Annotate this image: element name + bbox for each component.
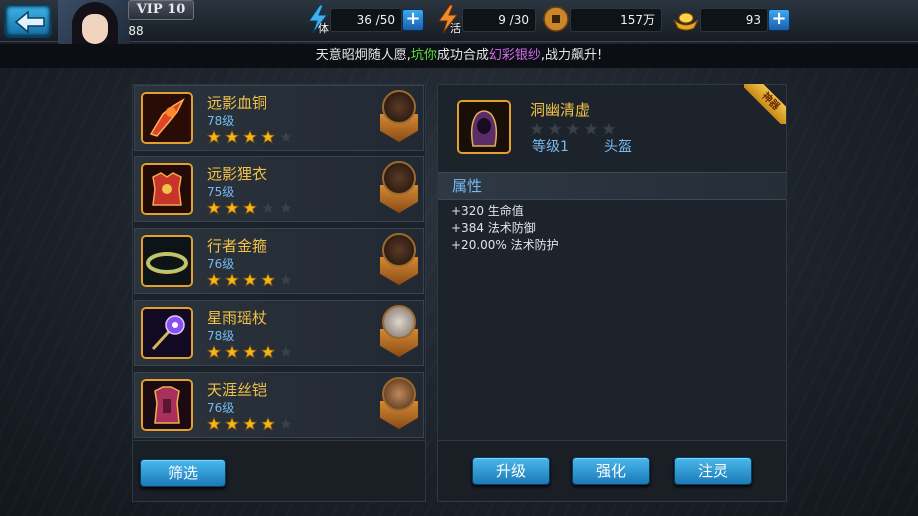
equipment-item[interactable]: 星雨瑶杖 78级 [134, 300, 424, 366]
golden-circlet-icon [141, 235, 193, 287]
gold-ingot-icon [673, 12, 699, 31]
star-filled-icon [224, 272, 240, 287]
announcement-marquee: 天意昭炯随人愿,坑你成功合成幻彩银纱,战力飙升! [0, 44, 918, 68]
enhance-button[interactable]: 强化 [572, 457, 650, 485]
star-filled-icon [224, 416, 240, 431]
activity-label: 活 [450, 22, 461, 35]
artifact-ribbon-label: 神器 [744, 84, 786, 124]
silver-hair-hero-icon [378, 303, 420, 359]
item-level: 76级 [207, 257, 235, 271]
star-staff-icon [141, 307, 193, 359]
star-empty-icon [278, 344, 294, 359]
stamina-value: 36 /50 [330, 8, 402, 32]
star-filled-icon [206, 200, 222, 215]
star-filled-icon [206, 272, 222, 287]
add-gold-button[interactable]: + [768, 9, 790, 31]
upgrade-button[interactable]: 升级 [472, 457, 550, 485]
item-level: 78级 [207, 114, 235, 128]
detail-item-level: 等级1 [532, 139, 569, 155]
item-name: 天涯丝铠 [207, 381, 268, 399]
star-filled-icon [260, 416, 276, 431]
dark-beast-hero-icon [378, 88, 420, 144]
star-filled-icon [260, 272, 276, 287]
star-rating [206, 344, 297, 359]
equipment-item[interactable]: 远影血铜 78级 [134, 85, 424, 151]
equipment-item[interactable]: 天涯丝铠 76级 [134, 372, 424, 438]
equipment-item[interactable]: 行者金箍 76级 [134, 228, 424, 294]
star-filled-icon [260, 129, 276, 144]
star-filled-icon [242, 129, 258, 144]
star-empty-icon [547, 121, 563, 136]
star-filled-icon [224, 344, 240, 359]
item-level: 76级 [207, 401, 235, 415]
star-filled-icon [206, 129, 222, 144]
detail-item-slot: 头盔 [604, 139, 632, 155]
copper-coin-icon [543, 6, 569, 32]
star-rating [206, 200, 297, 215]
item-name: 星雨瑶杖 [207, 309, 268, 327]
vip-badge[interactable]: VIP 10 [128, 0, 194, 20]
filter-button[interactable]: 筛选 [140, 459, 226, 487]
item-name: 行者金箍 [207, 237, 268, 255]
star-filled-icon [242, 344, 258, 359]
star-filled-icon [260, 344, 276, 359]
star-empty-icon [529, 121, 545, 136]
marquee-prefix: 天意昭炯随人愿, [315, 48, 411, 63]
star-filled-icon [224, 200, 240, 215]
infuse-button[interactable]: 注灵 [674, 457, 752, 485]
star-empty-icon [278, 129, 294, 144]
activity-value: 9 /30 [462, 8, 536, 32]
star-filled-icon [206, 344, 222, 359]
flame-claw-icon [141, 92, 193, 144]
star-empty-icon [278, 272, 294, 287]
warrior-hero-icon [378, 375, 420, 431]
red-armor-icon [141, 163, 193, 215]
back-arrow-icon [14, 10, 45, 34]
star-rating [206, 129, 297, 144]
detail-item-name: 洞幽清虚 [530, 101, 591, 119]
star-empty-icon [565, 121, 581, 136]
star-empty-icon [601, 121, 617, 136]
star-empty-icon [278, 416, 294, 431]
marquee-middle: 成功合成 [436, 48, 489, 63]
star-filled-icon [242, 272, 258, 287]
star-empty-icon [260, 200, 276, 215]
dark-beast-hero-icon [378, 159, 420, 215]
attribute-line: +384 法术防御 [451, 221, 536, 235]
coins-value: 157万 [570, 8, 662, 32]
silk-armor-icon [141, 379, 193, 431]
equipment-item[interactable]: 远影狸衣 75级 [134, 156, 424, 222]
star-filled-icon [242, 416, 258, 431]
item-level: 75级 [207, 185, 235, 199]
dark-beast-hero-icon [378, 231, 420, 287]
star-filled-icon [242, 200, 258, 215]
item-level: 78级 [207, 329, 235, 343]
hooded-helm-icon [457, 100, 511, 154]
attributes-header: 属性 [438, 172, 786, 200]
star-empty-icon [278, 200, 294, 215]
back-button[interactable] [4, 4, 52, 38]
star-filled-icon [206, 416, 222, 431]
stamina-label: 体 [318, 22, 329, 35]
player-level: 88 [128, 24, 144, 38]
detail-star-rating [529, 121, 620, 136]
marquee-suffix: ,战力飙升! [540, 48, 603, 63]
artifact-ribbon: 神器 [744, 84, 786, 124]
star-filled-icon [224, 129, 240, 144]
add-stamina-button[interactable]: + [402, 9, 424, 31]
attribute-line: +20.00% 法术防护 [451, 238, 559, 252]
item-name: 远影狸衣 [207, 165, 268, 183]
attribute-line: +320 生命值 [451, 204, 524, 218]
marquee-item-name[interactable]: 幻彩银纱 [489, 48, 541, 63]
star-rating [206, 272, 297, 287]
star-rating [206, 416, 297, 431]
star-empty-icon [583, 121, 599, 136]
item-name: 远影血铜 [207, 94, 268, 112]
gold-value: 93 [700, 8, 768, 32]
marquee-player-name[interactable]: 坑你 [411, 48, 437, 63]
